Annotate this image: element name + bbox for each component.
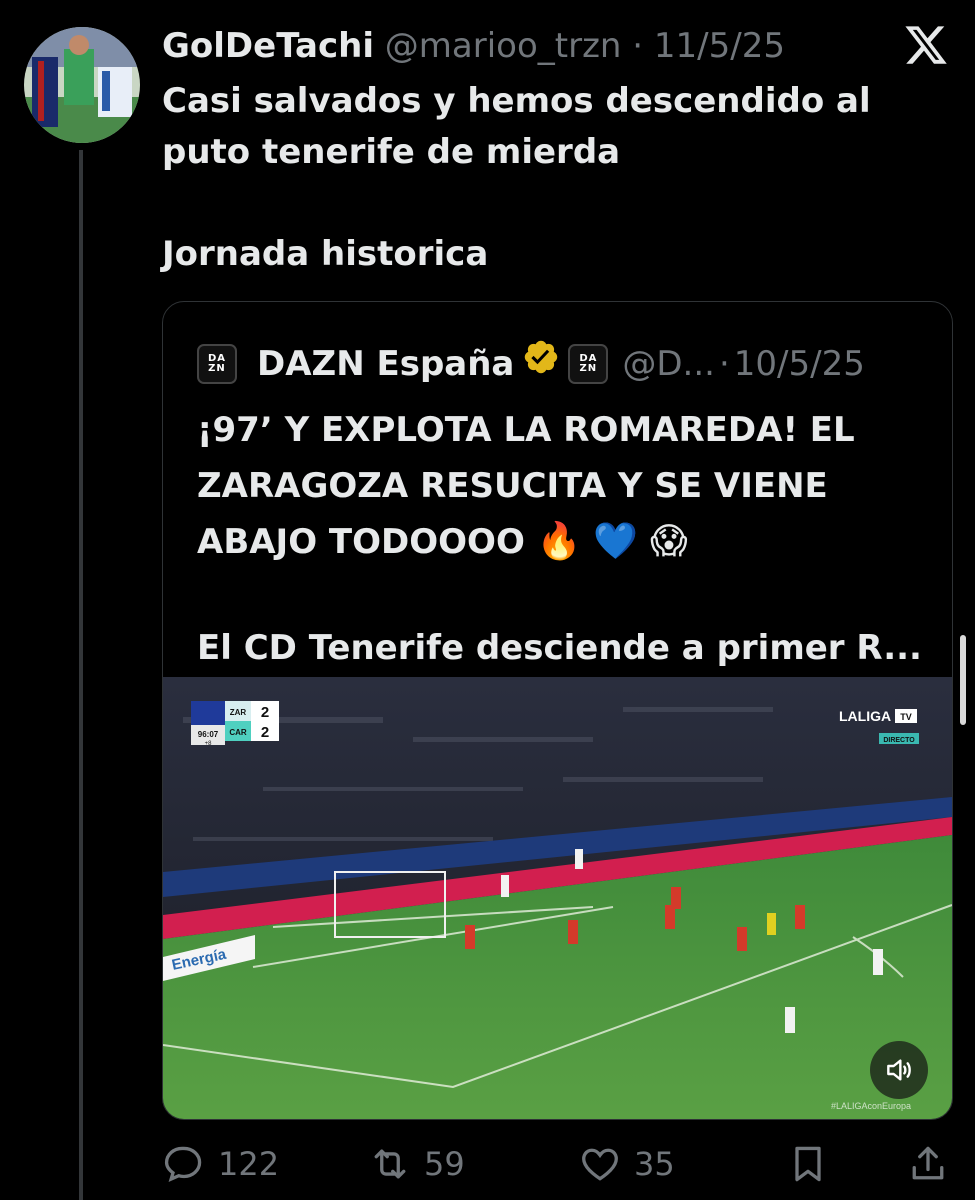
quoted-author-handle[interactable]: @D... bbox=[622, 339, 715, 389]
tweet-text-line: Jornada historica bbox=[162, 234, 489, 274]
dazn-affiliate-icon: DA ZN bbox=[568, 344, 609, 384]
video-player[interactable]: ZAR 2 CAR 2 96:07 +8 LALIGA TV DIRECTO E… bbox=[163, 677, 952, 1119]
share-button[interactable] bbox=[906, 1142, 950, 1186]
scoreboard-team2: CAR bbox=[229, 728, 247, 737]
author-handle[interactable]: @marioo_trzn bbox=[385, 26, 622, 66]
like-count: 35 bbox=[634, 1145, 675, 1183]
scoreboard-added-time: +8 bbox=[205, 741, 213, 747]
separator-dot: · bbox=[718, 344, 730, 384]
reply-button[interactable]: 122 bbox=[162, 1142, 279, 1186]
svg-text:TV: TV bbox=[900, 712, 912, 722]
repost-count: 59 bbox=[424, 1145, 465, 1183]
x-logo-icon bbox=[903, 22, 949, 68]
scoreboard-clock: 96:07 bbox=[198, 730, 219, 739]
fire-emoji: 🔥 bbox=[536, 521, 582, 562]
tweet-text-line: Casi salvados y hemos descendido al puto… bbox=[162, 81, 871, 172]
separator-dot: · bbox=[632, 26, 644, 66]
share-icon bbox=[912, 1146, 944, 1180]
heart-icon bbox=[582, 1148, 618, 1181]
blue-heart-emoji: 💙 bbox=[593, 521, 639, 562]
avatar[interactable] bbox=[24, 27, 140, 143]
action-bar: 122 59 35 bbox=[162, 1136, 952, 1192]
quoted-tweet-header: DA ZN DAZN España DA ZN @D... · 10/5/25 bbox=[197, 338, 932, 390]
scoreboard-team1: ZAR bbox=[230, 708, 247, 717]
volume-button[interactable] bbox=[870, 1041, 928, 1099]
repost-button[interactable]: 59 bbox=[368, 1142, 465, 1186]
quoted-text-paragraph: ¡97’ Y EXPLOTA LA ROMAREDA! EL ZARAGOZA … bbox=[197, 410, 855, 562]
quoted-tweet[interactable]: DA ZN DAZN España DA ZN @D... · 10/5/25 … bbox=[162, 301, 953, 1120]
quoted-author-name[interactable]: DAZN España bbox=[257, 339, 514, 389]
dazn-logo-icon[interactable]: DA ZN bbox=[197, 344, 237, 384]
tweet-text: Casi salvados y hemos descendido al puto… bbox=[162, 76, 942, 280]
screaming-face-emoji: 😱 bbox=[650, 521, 688, 562]
like-button[interactable]: 35 bbox=[578, 1142, 675, 1186]
speaker-icon bbox=[887, 1059, 911, 1081]
quoted-tweet-date[interactable]: 10/5/25 bbox=[734, 339, 865, 389]
tweet-date[interactable]: 11/5/25 bbox=[654, 26, 785, 66]
live-label: DIRECTO bbox=[883, 737, 915, 744]
verified-badge-icon bbox=[522, 338, 560, 390]
broadcaster-logo: LALIGA bbox=[839, 708, 891, 724]
author-name[interactable]: GolDeTachi bbox=[162, 26, 374, 66]
quoted-tweet-text: ¡97’ Y EXPLOTA LA ROMAREDA! EL ZARAGOZA … bbox=[197, 402, 937, 676]
tweet-header: GolDeTachi @marioo_trzn · 11/5/25 bbox=[162, 24, 885, 68]
video-hashtag: #LALIGAconEuropa bbox=[831, 1101, 911, 1111]
scrollbar[interactable] bbox=[960, 635, 966, 725]
reply-icon bbox=[164, 1146, 202, 1182]
quoted-text-paragraph: El CD Tenerife desciende a primer R... bbox=[197, 628, 922, 668]
thread-line bbox=[79, 150, 83, 1200]
scoreboard-score1: 2 bbox=[261, 704, 269, 721]
bookmark-button[interactable] bbox=[786, 1142, 830, 1186]
reply-count: 122 bbox=[218, 1145, 280, 1183]
repost-icon bbox=[374, 1149, 406, 1179]
bookmark-icon bbox=[795, 1146, 821, 1182]
scoreboard-score2: 2 bbox=[261, 724, 269, 741]
